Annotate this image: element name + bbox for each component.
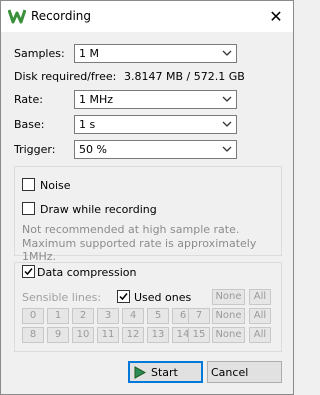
base-label: Base:	[14, 118, 45, 131]
chevron-down-icon	[222, 121, 232, 127]
line-button-9[interactable]: 9	[47, 327, 69, 343]
samples-select[interactable]: 1 M	[74, 44, 237, 63]
used-ones-label: Used ones	[134, 291, 192, 304]
check-icon	[24, 268, 33, 276]
draw-while-recording-checkbox[interactable]	[22, 202, 35, 215]
line-button-5[interactable]: 5	[147, 308, 169, 324]
app-logo-icon	[7, 8, 27, 24]
noise-label: Noise	[40, 179, 71, 192]
window-title: Recording	[31, 9, 92, 23]
data-compression-label: Data compression	[37, 266, 137, 279]
rate-note-line2: Maximum supported rate is approximately …	[22, 237, 257, 263]
start-button[interactable]: Start	[128, 361, 203, 383]
sensible-lines-label: Sensible lines:	[22, 291, 102, 304]
chevron-down-icon	[222, 50, 232, 56]
line-button-10[interactable]: 10	[72, 327, 94, 343]
rate-note-line1: Not recommended at high sample rate.	[22, 223, 240, 236]
line-button-13[interactable]: 13	[147, 327, 169, 343]
draw-while-recording-label: Draw while recording	[40, 203, 157, 216]
data-compression-checkbox[interactable]	[22, 265, 35, 278]
all-button[interactable]: All	[249, 289, 271, 305]
line-button-4[interactable]: 4	[122, 308, 144, 324]
trigger-value: 50 %	[79, 143, 107, 156]
disk-label: Disk required/free:	[14, 70, 117, 83]
title-bar: Recording ✕	[1, 1, 293, 32]
all-button-row2[interactable]: All	[249, 327, 271, 343]
noise-checkbox[interactable]	[22, 178, 35, 191]
none-button-row2[interactable]: None	[212, 327, 245, 343]
line-button-2[interactable]: 2	[72, 308, 94, 324]
rate-select[interactable]: 1 MHz	[74, 90, 237, 109]
line-button-12[interactable]: 12	[122, 327, 144, 343]
line-button-0[interactable]: 0	[22, 308, 44, 324]
line-button-1[interactable]: 1	[47, 308, 69, 324]
all-button-row1[interactable]: All	[249, 308, 271, 324]
trigger-label: Trigger:	[14, 143, 56, 156]
base-value: 1 s	[79, 118, 96, 131]
recording-dialog: Recording ✕ Samples: 1 M Disk required/f…	[0, 0, 294, 395]
line-button-15[interactable]: 15	[188, 327, 210, 343]
base-select[interactable]: 1 s	[74, 115, 237, 134]
used-ones-checkbox[interactable]	[117, 290, 130, 303]
none-button[interactable]: None	[212, 289, 245, 305]
check-icon	[119, 293, 128, 301]
play-icon	[134, 366, 146, 379]
close-icon[interactable]: ✕	[259, 1, 293, 32]
line-button-3[interactable]: 3	[97, 308, 119, 324]
start-label: Start	[151, 366, 178, 379]
samples-label: Samples:	[14, 47, 65, 60]
line-button-8[interactable]: 8	[22, 327, 44, 343]
cancel-button[interactable]: Cancel	[207, 361, 282, 383]
line-button-7[interactable]: 7	[188, 308, 210, 324]
chevron-down-icon	[222, 146, 232, 152]
cancel-label: Cancel	[211, 366, 249, 379]
disk-value: 3.8147 MB / 572.1 GB	[124, 70, 245, 83]
rate-label: Rate:	[14, 93, 43, 106]
none-button-row1[interactable]: None	[212, 308, 245, 324]
rate-value: 1 MHz	[79, 93, 114, 106]
line-button-11[interactable]: 11	[97, 327, 119, 343]
trigger-select[interactable]: 50 %	[74, 140, 237, 159]
chevron-down-icon	[222, 96, 232, 102]
samples-value: 1 M	[79, 47, 99, 60]
